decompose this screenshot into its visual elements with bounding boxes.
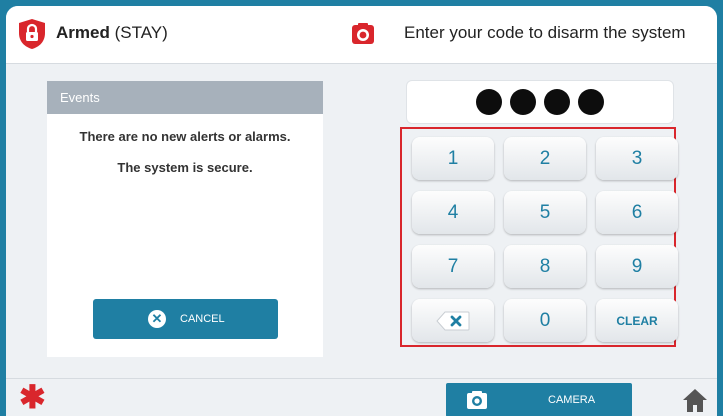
key-1[interactable]: 1	[412, 137, 494, 180]
camera-label: CAMERA	[548, 394, 596, 406]
footer-bar: ✱ CAMERA	[6, 378, 717, 416]
events-message-no-alerts: There are no new alerts or alarms.	[79, 129, 291, 144]
events-title: Events	[47, 81, 323, 114]
camera-icon	[467, 391, 487, 409]
key-9[interactable]: 9	[596, 245, 678, 288]
close-circle-icon: ✕	[148, 310, 166, 328]
camera-button[interactable]: CAMERA	[446, 383, 632, 416]
events-message-secure: The system is secure.	[117, 160, 253, 175]
header-bar: Armed (STAY) Enter your code to disarm t…	[6, 6, 717, 64]
cancel-button[interactable]: ✕ CANCEL	[93, 299, 278, 339]
arm-status-text: Armed (STAY)	[56, 23, 168, 43]
key-5[interactable]: 5	[504, 191, 586, 234]
key-6[interactable]: 6	[596, 191, 678, 234]
key-2[interactable]: 2	[504, 137, 586, 180]
cancel-label: CANCEL	[180, 313, 225, 325]
key-8[interactable]: 8	[504, 245, 586, 288]
key-0[interactable]: 0	[504, 299, 586, 342]
code-dot	[544, 89, 570, 115]
main-content: Events There are no new alerts or alarms…	[6, 64, 717, 378]
code-dot	[578, 89, 604, 115]
home-icon[interactable]	[682, 387, 708, 413]
key-4[interactable]: 4	[412, 191, 494, 234]
key-3[interactable]: 3	[596, 137, 678, 180]
camera-icon[interactable]	[351, 22, 375, 46]
key-7[interactable]: 7	[412, 245, 494, 288]
app-frame: Armed (STAY) Enter your code to disarm t…	[6, 6, 717, 416]
events-panel: Events There are no new alerts or alarms…	[47, 81, 323, 357]
clear-button[interactable]: CLEAR	[596, 299, 678, 342]
instruction-text: Enter your code to disarm the system	[404, 23, 686, 42]
code-dot	[476, 89, 502, 115]
lock-shield-icon	[19, 19, 45, 49]
arm-status-bold: Armed	[56, 23, 110, 42]
code-entry-display	[406, 80, 674, 124]
keypad: 1 2 3 4 5 6 7 8 9 0 CLEAR	[400, 127, 678, 347]
asterisk-icon[interactable]: ✱	[19, 379, 46, 415]
backspace-button[interactable]	[412, 299, 494, 342]
backspace-icon	[436, 311, 470, 330]
code-dot	[510, 89, 536, 115]
arm-status-mode: (STAY)	[114, 23, 168, 42]
